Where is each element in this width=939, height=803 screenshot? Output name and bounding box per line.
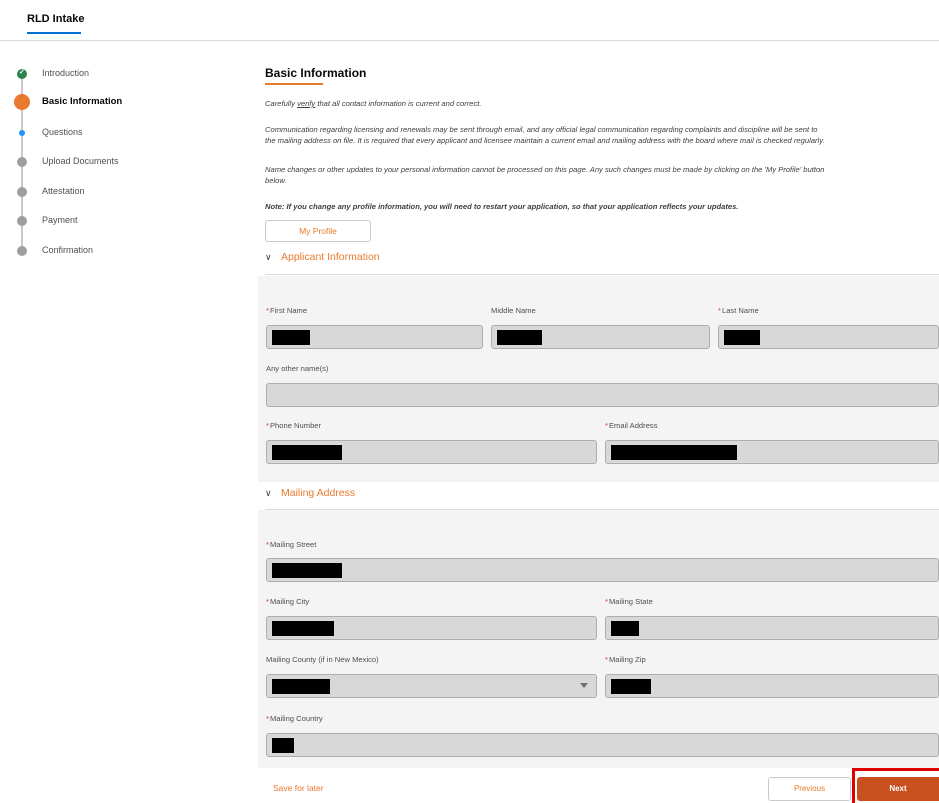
phone-number-label: *Phone Number [266, 421, 322, 430]
step-payment[interactable]: Payment [0, 210, 240, 230]
pending-step-icon [19, 130, 25, 136]
step-label: Attestation [42, 186, 85, 196]
current-step-icon [14, 94, 30, 110]
title-underline [265, 83, 323, 85]
dropdown-caret-icon [580, 683, 588, 688]
step-upload-documents[interactable]: Upload Documents [0, 151, 240, 171]
redacted-value [272, 679, 330, 694]
step-label: Confirmation [42, 245, 94, 255]
redacted-value [611, 621, 639, 636]
redacted-value [272, 445, 342, 460]
mailing-state-field[interactable] [605, 616, 939, 640]
tab-rld-intake[interactable]: RLD Intake [27, 13, 84, 25]
email-address-field[interactable] [605, 440, 939, 464]
app-header: RLD Intake [0, 0, 939, 41]
mailing-city-field[interactable] [266, 616, 597, 640]
previous-button[interactable]: Previous [768, 777, 851, 801]
step-label: Payment [42, 215, 78, 225]
name-change-notice-line1: Name changes or other updates to your pe… [265, 165, 825, 174]
step-dot-icon [17, 246, 27, 256]
restart-note: Note: If you change any profile informat… [265, 202, 739, 211]
verify-instruction: Carefully verify that all contact inform… [265, 99, 482, 108]
other-names-label: Any other name(s) [266, 364, 329, 373]
mailing-state-label: *Mailing State [605, 597, 653, 606]
redacted-value [611, 679, 651, 694]
step-questions[interactable]: Questions [0, 122, 240, 142]
section-divider [265, 274, 939, 275]
save-for-later-link[interactable]: Save for later [273, 783, 324, 793]
page-title: Basic Information [265, 66, 367, 80]
applicant-section-header[interactable]: ∨ Applicant Information [265, 248, 939, 270]
first-name-label: *First Name [266, 306, 308, 315]
redacted-value [272, 621, 334, 636]
step-dot-icon [17, 187, 27, 197]
step-introduction[interactable]: Introduction [0, 63, 240, 83]
mailing-street-field[interactable] [266, 558, 939, 582]
mailing-county-label: Mailing County (if in New Mexico) [266, 655, 379, 664]
step-label: Upload Documents [42, 156, 119, 166]
communication-notice-line2: the mailing address on file. It is requi… [265, 136, 825, 145]
step-dot-icon [17, 157, 27, 167]
step-confirmation[interactable]: Confirmation [0, 240, 240, 260]
step-dot-icon [17, 216, 27, 226]
mailing-zip-label: *Mailing Zip [605, 655, 646, 664]
email-address-label: *Email Address [605, 421, 658, 430]
first-name-field[interactable] [266, 325, 483, 349]
redacted-value [272, 563, 342, 578]
name-change-notice-line2: below. [265, 176, 287, 185]
mailing-section-header[interactable]: ∨ Mailing Address [265, 484, 939, 506]
last-name-label: *Last Name [718, 306, 759, 315]
redacted-value [724, 330, 760, 345]
other-names-field[interactable] [266, 383, 939, 407]
my-profile-button[interactable]: My Profile [265, 220, 371, 242]
mailing-city-label: *Mailing City [266, 597, 310, 606]
next-button[interactable]: Next [857, 777, 939, 801]
communication-notice-line1: Communication regarding licensing and re… [265, 125, 818, 134]
active-tab-indicator [27, 32, 81, 34]
step-label: Introduction [42, 68, 90, 78]
redacted-value [272, 330, 310, 345]
last-name-field[interactable] [718, 325, 939, 349]
section-title: Applicant Information [281, 251, 380, 263]
step-label: Basic Information [42, 96, 123, 107]
step-attestation[interactable]: Attestation [0, 181, 240, 201]
step-label: Questions [42, 127, 83, 137]
mailing-street-label: *Mailing Street [266, 540, 317, 549]
redacted-value [272, 738, 294, 753]
check-icon [17, 68, 27, 79]
redacted-value [611, 445, 737, 460]
chevron-down-icon: ∨ [265, 252, 272, 262]
chevron-down-icon: ∨ [265, 488, 272, 498]
section-title: Mailing Address [281, 487, 356, 499]
middle-name-label: Middle Name [491, 306, 536, 315]
mailing-country-label: *Mailing Country [266, 714, 323, 723]
middle-name-field[interactable] [491, 325, 710, 349]
mailing-county-select[interactable] [266, 674, 597, 698]
mailing-zip-field[interactable] [605, 674, 939, 698]
redacted-value [497, 330, 542, 345]
mailing-country-field[interactable] [266, 733, 939, 757]
phone-number-field[interactable] [266, 440, 597, 464]
section-divider [265, 509, 939, 510]
step-basic-information[interactable]: Basic Information [0, 91, 240, 111]
